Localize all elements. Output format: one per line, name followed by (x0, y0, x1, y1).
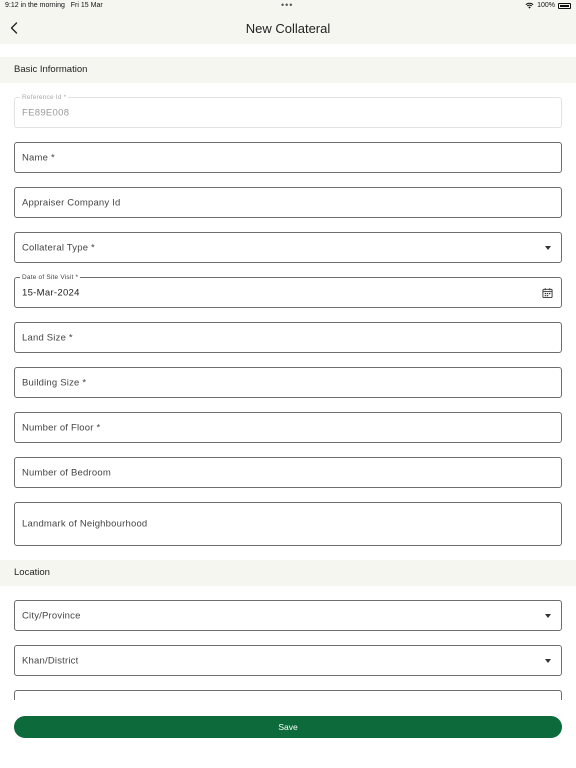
name-input[interactable]: Name * (14, 142, 562, 173)
city-province-label: City/Province (22, 610, 81, 621)
dropdown-caret-icon (545, 245, 551, 250)
number-of-floor-input[interactable]: Number of Floor * (14, 412, 562, 443)
navigation-bar: New Collateral (0, 12, 576, 44)
land-size-label: Land Size * (22, 332, 73, 343)
khan-district-select[interactable]: Khan/District (14, 645, 562, 676)
status-time-text: 9:12 in the morning (5, 2, 65, 9)
appraiser-company-id-label: Appraiser Company Id (22, 197, 121, 208)
reference-id-value: FE89E008 (22, 107, 70, 118)
dropdown-caret-icon (545, 613, 551, 618)
status-bar: 9:12 in the morning Fri 15 Mar ••• 100% (0, 0, 576, 12)
battery-percent: 100% (537, 2, 555, 9)
status-right: 100% (525, 2, 571, 9)
building-size-input[interactable]: Building Size * (14, 367, 562, 398)
landmark-of-neighbourhood-label: Landmark of Neighbourhood (22, 518, 148, 530)
page-title: New Collateral (245, 21, 331, 36)
battery-icon (558, 2, 571, 9)
reference-id-field: Reference Id * FE89E008 (14, 94, 562, 128)
section-header-basic-information: Basic Information (0, 57, 576, 83)
multitasking-dots[interactable]: ••• (281, 0, 293, 10)
reference-id-label: Reference Id * (20, 94, 69, 101)
date-of-site-visit-value: 15-Mar-2024 (22, 287, 80, 298)
landmark-of-neighbourhood-textarea[interactable]: Landmark of Neighbourhood (14, 502, 562, 546)
dropdown-caret-icon (545, 658, 551, 663)
save-button[interactable]: Save (14, 716, 562, 738)
date-of-site-visit-input[interactable]: Date of Site Visit * 15-Mar-2024 (14, 274, 562, 308)
status-date-text: Fri 15 Mar (70, 2, 103, 9)
appraiser-company-id-input[interactable]: Appraiser Company Id (14, 187, 562, 218)
name-label: Name * (22, 152, 55, 163)
number-of-bedroom-input[interactable]: Number of Bedroom (14, 457, 562, 488)
number-of-bedroom-label: Number of Bedroom (22, 467, 111, 478)
land-size-input[interactable]: Land Size * (14, 322, 562, 353)
building-size-label: Building Size * (22, 377, 87, 388)
collateral-type-label: Collateral Type * (22, 242, 95, 253)
status-time: 9:12 in the morning Fri 15 Mar (5, 2, 103, 9)
collateral-type-select[interactable]: Collateral Type * (14, 232, 562, 263)
date-of-site-visit-label: Date of Site Visit * (20, 274, 81, 281)
number-of-floor-label: Number of Floor * (22, 422, 101, 433)
city-province-select[interactable]: City/Province (14, 600, 562, 631)
calendar-icon[interactable] (542, 287, 553, 298)
khan-district-label: Khan/District (22, 655, 79, 666)
wifi-icon (525, 2, 534, 9)
section-header-location: Location (0, 560, 576, 586)
new-collateral-screen: 9:12 in the morning Fri 15 Mar ••• 100% … (0, 0, 576, 768)
